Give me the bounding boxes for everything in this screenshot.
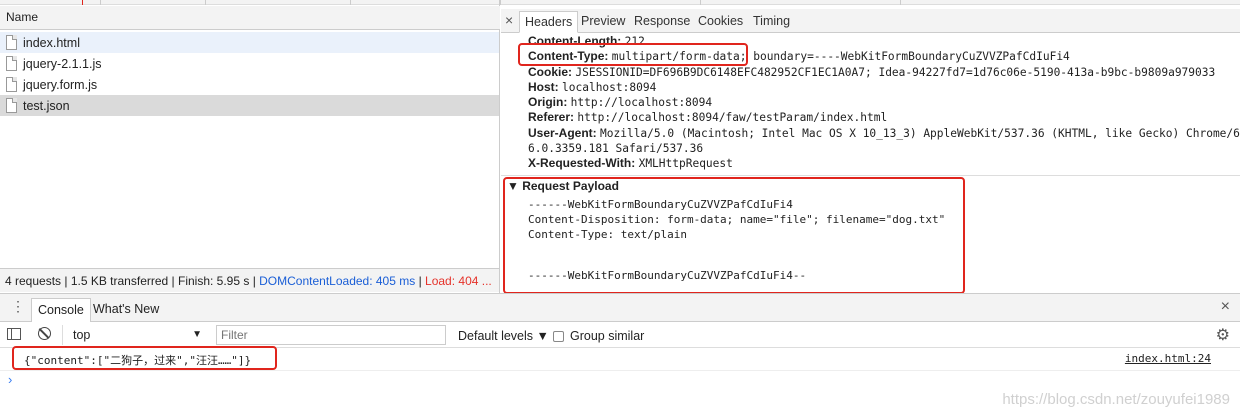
- console-tab-bar: ⋮ Console What's New ×: [0, 294, 1240, 322]
- log-levels-dropdown[interactable]: Default levels ▼: [458, 329, 549, 343]
- header-name: Cookie:: [528, 65, 573, 79]
- header-referer: Referer: http://localhost:8094/faw/testP…: [528, 110, 887, 124]
- file-icon: [6, 56, 17, 71]
- header-value: XMLHttpRequest: [638, 157, 733, 170]
- request-name: jquery.form.js: [23, 77, 98, 92]
- header-name: Referer:: [528, 110, 575, 124]
- request-detail-panel: × Headers Preview Response Cookies Timin…: [501, 5, 1240, 294]
- checkbox-icon: [553, 330, 564, 342]
- tab-whats-new[interactable]: What's New: [93, 302, 159, 316]
- network-request-list: Name index.html jquery-2.1.1.js jquery.f…: [0, 0, 500, 293]
- file-icon: [6, 77, 17, 92]
- console-drawer: ⋮ Console What's New × top ▼ Default lev…: [0, 293, 1240, 418]
- file-icon: [6, 35, 17, 50]
- file-icon: [6, 98, 17, 113]
- section-divider: [501, 175, 1240, 176]
- request-row-test-json[interactable]: test.json: [0, 95, 499, 116]
- header-name: User-Agent:: [528, 126, 597, 140]
- filter-input[interactable]: [216, 325, 446, 345]
- tab-cookies[interactable]: Cookies: [693, 11, 748, 33]
- highlight-console-message: [12, 346, 277, 370]
- more-options-icon[interactable]: ⋮: [11, 298, 25, 315]
- tab-timing[interactable]: Timing: [748, 11, 795, 33]
- header-name: Origin:: [528, 95, 568, 109]
- dom-content-loaded: DOMContentLoaded: 405 ms: [259, 274, 416, 288]
- highlight-content-type: [518, 43, 748, 66]
- tab-response[interactable]: Response: [629, 11, 695, 33]
- header-value: localhost:8094: [562, 81, 657, 94]
- header-user-agent-cont: 6.0.3359.181 Safari/537.36: [528, 141, 703, 155]
- tab-headers[interactable]: Headers: [519, 11, 579, 33]
- status-separator: |: [415, 274, 426, 288]
- header-value: http://localhost:8094/faw/testParam/inde…: [577, 111, 888, 124]
- watermark: https://blog.csdn.net/zouyufei1989: [1002, 391, 1230, 408]
- header-cookie: Cookie: JSESSIONID=DF696B9DC6148EFC48295…: [528, 65, 1215, 79]
- console-source-link[interactable]: index.html:24: [1125, 352, 1211, 365]
- sidebar-toggle-icon[interactable]: [7, 328, 21, 340]
- context-value: top: [73, 328, 91, 342]
- gear-icon[interactable]: ⚙: [1216, 325, 1230, 345]
- request-row-jquery-form[interactable]: jquery.form.js: [0, 74, 499, 95]
- header-x-requested-with: X-Requested-With: XMLHttpRequest: [528, 156, 733, 170]
- tab-preview[interactable]: Preview: [576, 11, 630, 33]
- close-icon[interactable]: ×: [505, 12, 513, 28]
- console-prompt-icon[interactable]: ›: [8, 372, 12, 387]
- context-selector[interactable]: top ▼: [62, 325, 210, 345]
- status-summary: 4 requests | 1.5 KB transferred | Finish…: [5, 274, 260, 288]
- request-name: jquery-2.1.1.js: [23, 56, 102, 71]
- clear-console-icon[interactable]: [38, 327, 51, 340]
- group-similar-checkbox[interactable]: Group similar: [553, 329, 644, 343]
- header-value: Mozilla/5.0 (Macintosh; Intel Mac OS X 1…: [600, 127, 1240, 140]
- request-row-index-html[interactable]: index.html: [0, 32, 499, 53]
- header-name: X-Requested-With:: [528, 156, 636, 170]
- header-user-agent: User-Agent: Mozilla/5.0 (Macintosh; Inte…: [528, 126, 1240, 140]
- dropdown-arrow-icon: ▼: [192, 329, 202, 340]
- name-column-header[interactable]: Name: [0, 6, 500, 30]
- header-value: JSESSIONID=DF696B9DC6148EFC482952CF1EC1A…: [575, 66, 1216, 79]
- highlight-request-payload: [503, 177, 965, 294]
- load-time: Load: 404 ...: [425, 274, 492, 288]
- detail-tab-bar: × Headers Preview Response Cookies Timin…: [501, 9, 1240, 33]
- request-row-jquery[interactable]: jquery-2.1.1.js: [0, 53, 499, 74]
- header-origin: Origin: http://localhost:8094: [528, 95, 712, 109]
- console-toolbar: top ▼ Default levels ▼ Group similar ⚙: [0, 322, 1240, 348]
- header-value: 6.0.3359.181 Safari/537.36: [528, 142, 704, 155]
- close-drawer-icon[interactable]: ×: [1221, 298, 1230, 316]
- row-divider: [0, 370, 1240, 371]
- request-name: index.html: [23, 35, 80, 50]
- header-host: Host: localhost:8094: [528, 80, 656, 94]
- network-status-bar: 4 requests | 1.5 KB transferred | Finish…: [0, 268, 499, 292]
- tab-console[interactable]: Console: [31, 298, 91, 322]
- request-name: test.json: [23, 98, 70, 113]
- header-value: http://localhost:8094: [570, 96, 713, 109]
- group-similar-label: Group similar: [570, 329, 645, 343]
- header-name: Host:: [528, 80, 559, 94]
